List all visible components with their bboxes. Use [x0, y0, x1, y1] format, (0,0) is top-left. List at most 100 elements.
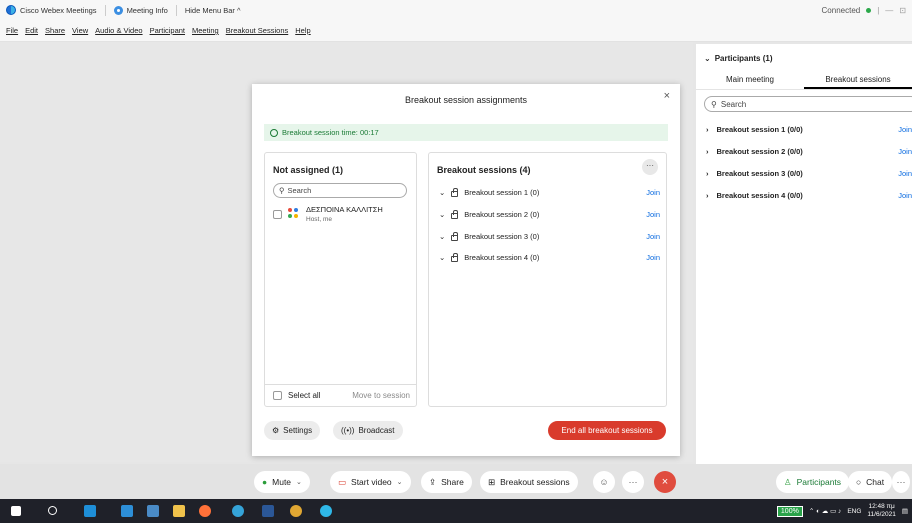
reactions-button[interactable]: ☺ [593, 471, 615, 493]
session-row[interactable]: ⌄ Breakout session 2 (0) Join [439, 206, 660, 222]
close-button[interactable]: × [664, 90, 670, 102]
start-video-button[interactable]: ▭ Start video ⌄ [330, 471, 411, 493]
chat-button[interactable]: ○ Chat [848, 471, 893, 493]
dialog-title: Breakout session assignments [404, 95, 528, 105]
word-icon[interactable] [262, 505, 274, 517]
session-name: Breakout session 3 (0) [464, 231, 540, 241]
restore-button[interactable]: ⊡ [899, 6, 906, 15]
breakout-sessions-title: Breakout sessions (4) [437, 165, 531, 175]
session-row[interactable]: ⌄ Breakout session 4 (0) Join [439, 249, 660, 265]
mute-label: Mute [272, 477, 292, 487]
join-link[interactable]: Join [646, 232, 660, 241]
hide-menu-bar-button[interactable]: Hide Menu Bar ^ [185, 6, 241, 15]
breakout-assignments-dialog: Breakout session assignments × Breakout … [252, 84, 680, 456]
select-all-checkbox[interactable] [273, 391, 282, 400]
menu-edit[interactable]: Edit [25, 26, 38, 35]
share-button[interactable]: ⇪ Share [421, 471, 472, 493]
menu-bar: File Edit Share View Audio & Video Parti… [0, 20, 912, 42]
broadcast-button[interactable]: ((•)) Broadcast [333, 421, 403, 440]
video-off-icon: ▭ [338, 476, 347, 487]
app-title: Cisco Webex Meetings [6, 5, 97, 15]
panel-session-row[interactable]: › Breakout session 3 (0/0) Join [696, 162, 912, 184]
menu-file[interactable]: File [6, 26, 18, 35]
chat-bubble-icon: ○ [856, 477, 862, 487]
meeting-info-label: Meeting Info [126, 5, 168, 15]
participants-button[interactable]: ♙ Participants [776, 471, 850, 493]
settings-button[interactable]: ⚙ Settings [264, 421, 321, 440]
chevron-down-icon: ⌄ [704, 53, 711, 63]
notification-icon[interactable]: ▤ [902, 507, 908, 515]
broadcast-label: Broadcast [358, 426, 395, 435]
breakout-sessions-button[interactable]: ⊞ Breakout sessions [480, 471, 578, 493]
chrome-icon[interactable] [290, 505, 302, 517]
edge-icon[interactable] [232, 505, 244, 517]
panel-session-name: Breakout session 3 (0/0) [716, 168, 803, 178]
join-link[interactable]: Join [646, 253, 660, 262]
search-icon[interactable] [48, 506, 57, 515]
participant-info: ΔΕΣΠΟΙΝΑ ΚΑΛΛΙΤΣΗ Host, me [306, 205, 383, 223]
tab-breakout-sessions[interactable]: Breakout sessions [804, 72, 912, 89]
participant-role: Host, me [306, 216, 333, 223]
more-options-button[interactable]: ··· [642, 159, 658, 175]
not-assigned-title: Not assigned (1) [273, 165, 344, 175]
calculator-icon[interactable] [147, 505, 159, 517]
leave-meeting-button[interactable]: × [654, 471, 676, 493]
session-row[interactable]: ⌄ Breakout session 3 (0) Join [439, 228, 660, 244]
file-explorer-icon[interactable] [173, 505, 185, 517]
lock-icon [451, 187, 459, 197]
chevron-down-icon: ⌄ [439, 231, 446, 241]
avatar [288, 208, 300, 220]
mute-button[interactable]: ● Mute ⌄ [254, 471, 310, 493]
menu-meeting[interactable]: Meeting [192, 26, 219, 35]
join-link[interactable]: Join [646, 210, 660, 219]
select-all-label[interactable]: Select all [288, 391, 320, 400]
clock-icon [270, 128, 278, 137]
chevron-right-icon: › [706, 168, 709, 178]
participant-name: ΔΕΣΠΟΙΝΑ ΚΑΛΛΙΤΣΗ [306, 205, 383, 214]
move-to-session-button[interactable]: Move to session [352, 391, 410, 400]
window-divider: | [877, 5, 880, 15]
title-bar: Cisco Webex Meetings Meeting Info Hide M… [0, 0, 912, 20]
participants-header[interactable]: ⌄ Participants (1) [696, 44, 912, 72]
panel-join-link[interactable]: Join [898, 191, 912, 200]
task-view-icon[interactable] [84, 505, 96, 517]
tab-main-meeting[interactable]: Main meeting [696, 72, 804, 89]
minimize-button[interactable]: — [885, 6, 893, 15]
mail-icon[interactable] [121, 505, 133, 517]
chevron-right-icon: › [706, 124, 709, 134]
participant-row[interactable]: ΔΕΣΠΟΙΝΑ ΚΑΛΛΙΤΣΗ Host, me [273, 205, 383, 223]
participant-search-input[interactable]: ⚲ Search [273, 183, 407, 198]
panel-session-row[interactable]: › Breakout session 1 (0/0) Join [696, 118, 912, 140]
panel-join-link[interactable]: Join [898, 147, 912, 156]
end-all-sessions-button[interactable]: End all breakout sessions [548, 421, 666, 440]
meeting-info-button[interactable]: Meeting Info [113, 5, 168, 15]
panel-session-row[interactable]: › Breakout session 4 (0/0) Join [696, 184, 912, 206]
webex-taskbar-icon[interactable] [320, 505, 332, 517]
session-row[interactable]: ⌄ Breakout session 1 (0) Join [439, 184, 660, 200]
panel-search-placeholder: Search [720, 99, 747, 109]
menu-view[interactable]: View [72, 26, 88, 35]
panel-session-row[interactable]: › Breakout session 2 (0/0) Join [696, 140, 912, 162]
panel-search-input[interactable]: ⚲ Search [704, 96, 912, 112]
panel-more-button[interactable]: ··· [892, 471, 910, 493]
windows-start-icon[interactable] [11, 506, 21, 516]
chevron-down-icon: ⌄ [296, 479, 302, 486]
battery-indicator[interactable]: 100% [776, 505, 803, 517]
divider [175, 4, 177, 16]
language-indicator[interactable]: ENG [847, 508, 861, 515]
meeting-controls-bar: ● Mute ⌄ ▭ Start video ⌄ ⇪ Share ⊞ Break… [0, 464, 912, 499]
tray-icons[interactable]: ⌃ ◐ ☁ ▭ ♪ [809, 507, 842, 515]
firefox-icon[interactable] [199, 505, 211, 517]
menu-help[interactable]: Help [295, 26, 310, 35]
menu-breakout-sessions[interactable]: Breakout Sessions [226, 26, 289, 35]
join-link[interactable]: Join [646, 188, 660, 197]
taskbar-clock[interactable]: 12:48 πμ 11/6/2021 [867, 503, 895, 519]
chevron-down-icon: ⌄ [439, 187, 446, 197]
more-button[interactable]: ··· [622, 471, 644, 493]
panel-join-link[interactable]: Join [898, 125, 912, 134]
menu-audio-video[interactable]: Audio & Video [95, 26, 142, 35]
panel-join-link[interactable]: Join [898, 169, 912, 178]
menu-participant[interactable]: Participant [150, 26, 185, 35]
participant-checkbox[interactable] [273, 210, 282, 219]
menu-share[interactable]: Share [45, 26, 65, 35]
